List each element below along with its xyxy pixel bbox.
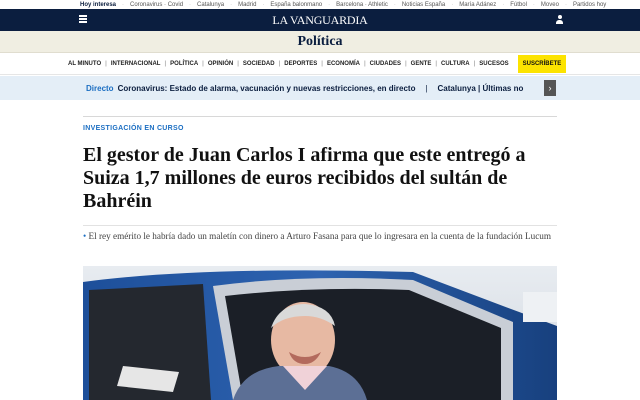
- trending-bar: Hoy interesa · Coronavirus · Covid · Cat…: [0, 0, 640, 9]
- summary-text: El rey emérito le habría dado un maletín…: [88, 231, 552, 241]
- trending-link[interactable]: María Adánez: [459, 2, 496, 8]
- nav-item-internacional[interactable]: INTERNACIONAL: [107, 61, 165, 67]
- nav-item-cultura[interactable]: CULTURA: [437, 61, 474, 67]
- site-logo[interactable]: LA VANGUARDIA: [0, 13, 640, 28]
- live-headline[interactable]: Coronavirus: Estado de alarma, vacunació…: [118, 84, 416, 93]
- trending-link[interactable]: Madrid: [238, 2, 256, 8]
- trending-link[interactable]: Moveo: [541, 2, 559, 8]
- article-headline: El gestor de Juan Carlos I afirma que es…: [83, 144, 526, 212]
- trending-link[interactable]: Partidos hoy: [573, 2, 606, 8]
- lead-photo: [83, 266, 557, 400]
- chevron-right-icon[interactable]: ›: [544, 80, 556, 96]
- article-kicker[interactable]: INVESTIGACIÓN EN CURSO: [83, 125, 557, 132]
- trending-link[interactable]: Noticias España: [402, 2, 445, 8]
- nav-item-politica[interactable]: POLÍTICA: [166, 61, 202, 67]
- article-summary: • El rey emérito le habría dado un malet…: [83, 230, 557, 242]
- live-ticker: Directo Coronavirus: Estado de alarma, v…: [0, 76, 640, 100]
- trending-link[interactable]: Catalunya: [197, 2, 224, 8]
- trending-link[interactable]: Barcelona · Athletic: [336, 2, 388, 8]
- nav-item-sucesos[interactable]: SUCESOS: [475, 61, 512, 67]
- nav-item-ciudades[interactable]: CIUDADES: [366, 61, 405, 67]
- section-title[interactable]: Política: [297, 34, 342, 50]
- subscribe-button[interactable]: SUSCRÍBETE: [517, 54, 567, 73]
- divider: [83, 225, 557, 226]
- nav-item-deportes[interactable]: DEPORTES: [280, 61, 321, 67]
- car-photo-illustration: [83, 266, 557, 400]
- live-label: Directo: [86, 83, 114, 93]
- trending-link[interactable]: Fútbol: [510, 2, 527, 8]
- article: INVESTIGACIÓN EN CURSO El gestor de Juan…: [83, 116, 557, 242]
- nav-item-opinion[interactable]: OPINIÓN: [204, 61, 237, 67]
- section-header: Política: [0, 31, 640, 53]
- masthead: LA VANGUARDIA: [0, 9, 640, 31]
- live-headline-2[interactable]: Catalunya | Últimas no: [438, 84, 524, 93]
- nav-item-economia[interactable]: ECONOMÍA: [323, 61, 364, 67]
- user-icon[interactable]: [556, 15, 563, 24]
- nav-item-sociedad[interactable]: SOCIEDAD: [239, 61, 279, 67]
- trending-link[interactable]: Coronavirus · Covid: [130, 2, 183, 8]
- nav-item-al-minuto[interactable]: AL MINUTO: [64, 61, 105, 67]
- main-nav: AL MINUTO | INTERNACIONAL | POLÍTICA | OPIN…: [0, 53, 640, 75]
- trending-link[interactable]: España balonmano: [270, 2, 322, 8]
- trending-label: Hoy interesa: [80, 1, 117, 8]
- divider: [83, 116, 557, 117]
- nav-item-gente[interactable]: GENTE: [407, 61, 436, 67]
